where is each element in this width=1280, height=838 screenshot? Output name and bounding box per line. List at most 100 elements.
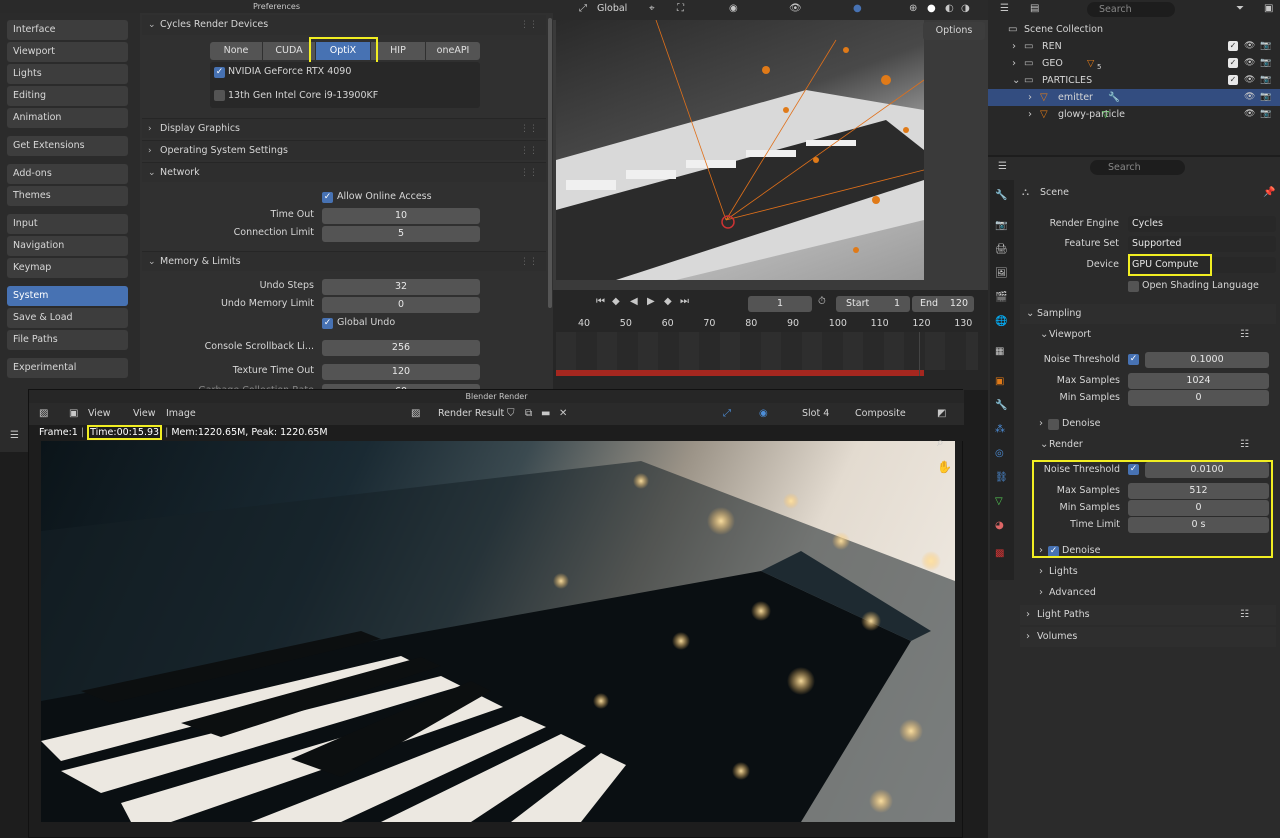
jump-end-icon[interactable]: ⏭	[680, 296, 689, 307]
render-subpanel[interactable]: Render	[1049, 439, 1083, 450]
osl-checkbox[interactable]	[1128, 281, 1139, 292]
advanced-subpanel[interactable]: Advanced	[1049, 587, 1096, 598]
overlay-icon[interactable]: ●	[853, 3, 862, 14]
camera-icon[interactable]: 📷	[1260, 72, 1271, 89]
outliner-scene-collection[interactable]: ▭ Scene Collection	[988, 21, 1280, 38]
panel-display-graphics[interactable]: › Display Graphics ⋮⋮	[142, 118, 546, 138]
camera-icon[interactable]: 📷	[1260, 38, 1271, 55]
lights-subpanel[interactable]: Lights	[1049, 566, 1078, 577]
outliner-row[interactable]: ⌄ ▭ PARTICLES ✓ 👁 📷	[988, 72, 1280, 89]
render-tab-icon[interactable]: 📷	[995, 220, 1007, 231]
sidebar-item-file-paths[interactable]: File Paths	[7, 330, 128, 350]
vp-min-field[interactable]: 0	[1128, 390, 1269, 406]
composite-dropdown[interactable]: Composite	[855, 408, 906, 419]
tab-oneapi[interactable]: oneAPI	[426, 42, 480, 60]
options-button[interactable]: Options	[923, 22, 985, 40]
sidebar-item-interface[interactable]: Interface	[7, 20, 128, 40]
data-tab-icon[interactable]: ▽	[995, 496, 1003, 507]
vp-noise-field[interactable]: 0.1000	[1145, 352, 1269, 368]
chevron-right-icon[interactable]: ›	[1028, 89, 1032, 106]
overlay-icon[interactable]: ◉	[759, 408, 768, 419]
sidebar-item-keymap[interactable]: Keymap	[7, 258, 128, 278]
modifier-tab-icon[interactable]: 🔧	[995, 400, 1007, 411]
undo-memory-field[interactable]: 0	[322, 297, 480, 313]
vp-denoise-checkbox[interactable]	[1048, 419, 1059, 430]
prev-keyframe-icon[interactable]: ◆	[612, 296, 620, 307]
timeout-field[interactable]: 10	[322, 208, 480, 224]
jump-start-icon[interactable]: ⏮	[596, 296, 605, 307]
current-frame-field[interactable]: 1	[748, 296, 812, 312]
panel-cycles-devices[interactable]: ⌄ Cycles Render Devices ⋮⋮	[142, 15, 546, 35]
undo-steps-field[interactable]: 32	[322, 279, 480, 295]
chevron-right-icon[interactable]: ›	[1012, 55, 1016, 72]
editor-type-icon[interactable]: ☰	[1000, 3, 1009, 14]
properties-search[interactable]: Search	[1090, 160, 1185, 175]
tab-hip[interactable]: HIP	[371, 42, 425, 60]
outliner-row[interactable]: › ▭ REN ✓ 👁 📷	[988, 38, 1280, 55]
viewport-render-preview[interactable]	[556, 20, 924, 280]
grip-icon[interactable]: ⋮⋮	[520, 15, 538, 35]
preferences-scrollbar[interactable]	[548, 18, 552, 308]
console-scrollback-field[interactable]: 256	[322, 340, 480, 356]
sidebar-item-viewport[interactable]: Viewport	[7, 42, 128, 62]
feature-set-dropdown[interactable]: Supported	[1128, 236, 1276, 252]
view-mode-icon[interactable]: ▣	[69, 408, 78, 419]
sidebar-item-system[interactable]: System	[7, 286, 128, 306]
grip-icon[interactable]: ⋮⋮	[520, 119, 538, 139]
start-frame-field[interactable]: Start 1	[836, 296, 910, 312]
vp-noise-checkbox[interactable]: ✓	[1128, 354, 1139, 365]
vp-max-field[interactable]: 1024	[1128, 373, 1269, 389]
view-layer-tab-icon[interactable]: 🖼	[995, 268, 1008, 279]
panel-os-settings[interactable]: › Operating System Settings ⋮⋮	[142, 140, 546, 160]
outliner-row[interactable]: › ▽ glowy-particle ▽ 👁 📷	[988, 106, 1280, 123]
sidebar-item-navigation[interactable]: Navigation	[7, 236, 128, 256]
image-menu[interactable]: Image	[166, 408, 196, 419]
render-result-label[interactable]: Render Result	[438, 408, 504, 419]
view-mode-dropdown[interactable]: View	[88, 408, 111, 419]
folder-icon[interactable]: ▬	[541, 408, 550, 419]
object-tab-icon[interactable]: ▣	[995, 376, 1004, 387]
texture-tab-icon[interactable]: ▩	[995, 548, 1004, 559]
tab-none[interactable]: None	[210, 42, 262, 60]
sidebar-item-get-extensions[interactable]: Get Extensions	[7, 136, 128, 156]
render-result-image[interactable]	[41, 441, 955, 822]
grip-icon[interactable]: ⋮⋮	[520, 163, 538, 183]
viewport-subpanel[interactable]: Viewport	[1049, 329, 1091, 340]
sidebar-item-lights[interactable]: Lights	[7, 64, 128, 84]
new-collection-icon[interactable]: ▣	[1264, 3, 1273, 14]
chevron-down-icon[interactable]: ⌄	[1012, 72, 1020, 89]
timeline-track[interactable]	[556, 332, 978, 370]
eye-icon[interactable]: 👁	[1244, 38, 1255, 55]
properties-editor-icon[interactable]: ☰	[998, 161, 1007, 172]
list-icon[interactable]: ☷	[1240, 329, 1249, 340]
visibility-icon[interactable]: 👁	[789, 3, 802, 14]
collection-tab-icon[interactable]: ▦	[995, 346, 1004, 357]
next-keyframe-icon[interactable]: ◆	[664, 296, 672, 307]
play-icon[interactable]: ▶	[647, 296, 655, 307]
physics-tab-icon[interactable]: ◎	[995, 448, 1004, 459]
global-undo-checkbox[interactable]: ✓	[322, 318, 333, 329]
image-browse-icon[interactable]: ▨	[411, 408, 420, 419]
outliner-row[interactable]: › ▭ GEO ▽ 5 ✓ 👁 📷	[988, 55, 1280, 72]
particles-tab-icon[interactable]: ⁂	[995, 424, 1005, 435]
image-editor-icon[interactable]: ▨	[39, 408, 48, 419]
pivot-icon[interactable]: ⌖	[649, 3, 655, 14]
allow-online-checkbox[interactable]: ✓	[322, 192, 333, 203]
sidebar-item-add-ons[interactable]: Add-ons	[7, 164, 128, 184]
constraints-tab-icon[interactable]: ⛓	[995, 472, 1008, 483]
device-cpu-checkbox[interactable]	[214, 90, 225, 101]
tool-tab-icon[interactable]: 🔧	[995, 190, 1007, 201]
pan-hand-icon[interactable]: ✋	[937, 460, 952, 474]
play-reverse-icon[interactable]: ◀	[630, 296, 638, 307]
display-mode-icon[interactable]: ▤	[1030, 3, 1039, 14]
camera-icon[interactable]: 📷	[1260, 106, 1271, 123]
gizmo-icon[interactable]: ⤢	[723, 408, 731, 419]
proportional-icon[interactable]: ◉	[729, 3, 738, 14]
slot-dropdown[interactable]: Slot 4	[802, 408, 829, 419]
close-icon[interactable]: ✕	[559, 408, 567, 419]
hamburger-icon[interactable]: ☰	[10, 430, 19, 441]
pin-icon[interactable]: 📌	[1263, 187, 1275, 198]
sidebar-item-animation[interactable]: Animation	[7, 108, 128, 128]
display-channels-icon[interactable]: ◩	[937, 408, 946, 419]
tab-cuda[interactable]: CUDA	[263, 42, 315, 60]
